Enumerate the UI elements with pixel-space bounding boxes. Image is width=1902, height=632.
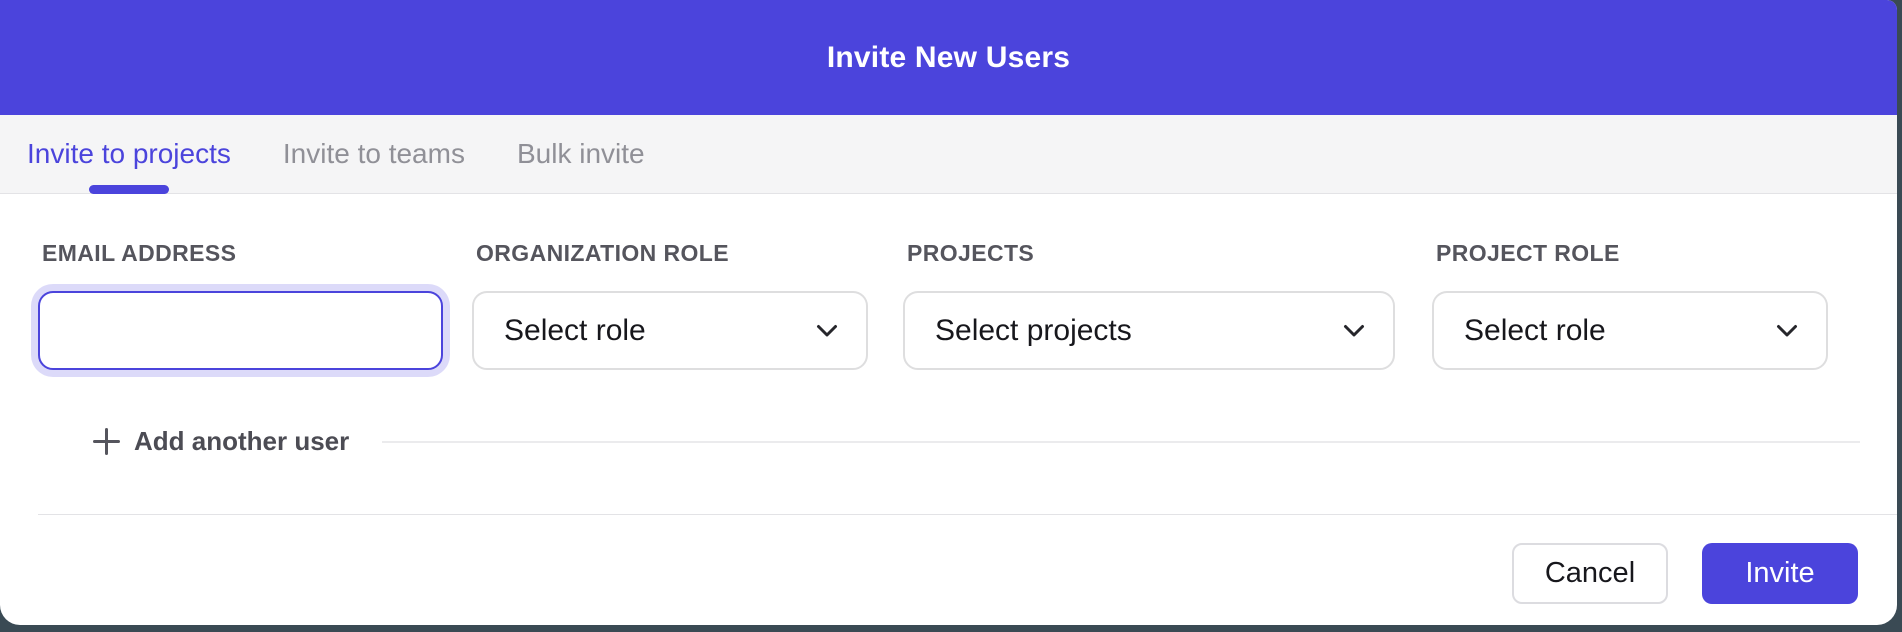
row-divider <box>382 441 1860 443</box>
organization-role-field-group: ORGANIZATION ROLE Select role <box>472 240 868 370</box>
invite-button[interactable]: Invite <box>1702 543 1858 604</box>
user-fields-row: EMAIL ADDRESS ORGANIZATION ROLE Select r… <box>38 240 1897 370</box>
cancel-button[interactable]: Cancel <box>1512 543 1668 604</box>
invite-form: EMAIL ADDRESS ORGANIZATION ROLE Select r… <box>0 194 1897 604</box>
projects-field-group: PROJECTS Select projects <box>903 240 1395 370</box>
projects-select[interactable]: Select projects <box>903 291 1395 370</box>
email-field-group: EMAIL ADDRESS <box>38 240 443 370</box>
chevron-down-icon <box>816 324 838 338</box>
chevron-down-icon <box>1776 324 1798 338</box>
add-another-user-button[interactable]: Add another user <box>93 426 349 457</box>
project-role-value: Select role <box>1464 314 1606 348</box>
chevron-down-icon <box>1343 324 1365 338</box>
projects-value: Select projects <box>935 314 1132 348</box>
projects-label: PROJECTS <box>907 240 1395 267</box>
tab-invite-to-projects[interactable]: Invite to projects <box>25 115 233 193</box>
tab-label: Invite to teams <box>283 138 465 170</box>
tab-label: Bulk invite <box>517 138 645 170</box>
organization-role-label: ORGANIZATION ROLE <box>476 240 868 267</box>
invite-tabs: Invite to projects Invite to teams Bulk … <box>0 115 1897 194</box>
project-role-label: PROJECT ROLE <box>1436 240 1828 267</box>
dialog-header: Invite New Users <box>0 0 1897 115</box>
organization-role-value: Select role <box>504 314 646 348</box>
invite-new-users-dialog: Invite New Users Invite to projects Invi… <box>0 0 1897 625</box>
tab-bulk-invite[interactable]: Bulk invite <box>515 115 647 193</box>
add-user-row: Add another user <box>93 426 1860 457</box>
project-role-select[interactable]: Select role <box>1432 291 1828 370</box>
add-another-user-label: Add another user <box>134 426 349 457</box>
dialog-footer: Cancel Invite <box>38 515 1897 604</box>
tab-invite-to-teams[interactable]: Invite to teams <box>281 115 467 193</box>
dialog-title: Invite New Users <box>827 41 1070 75</box>
email-address-label: EMAIL ADDRESS <box>42 240 443 267</box>
tab-label: Invite to projects <box>27 138 231 170</box>
email-address-input[interactable] <box>38 291 443 370</box>
plus-icon <box>93 428 120 455</box>
active-tab-indicator <box>89 185 169 194</box>
organization-role-select[interactable]: Select role <box>472 291 868 370</box>
project-role-field-group: PROJECT ROLE Select role <box>1432 240 1828 370</box>
